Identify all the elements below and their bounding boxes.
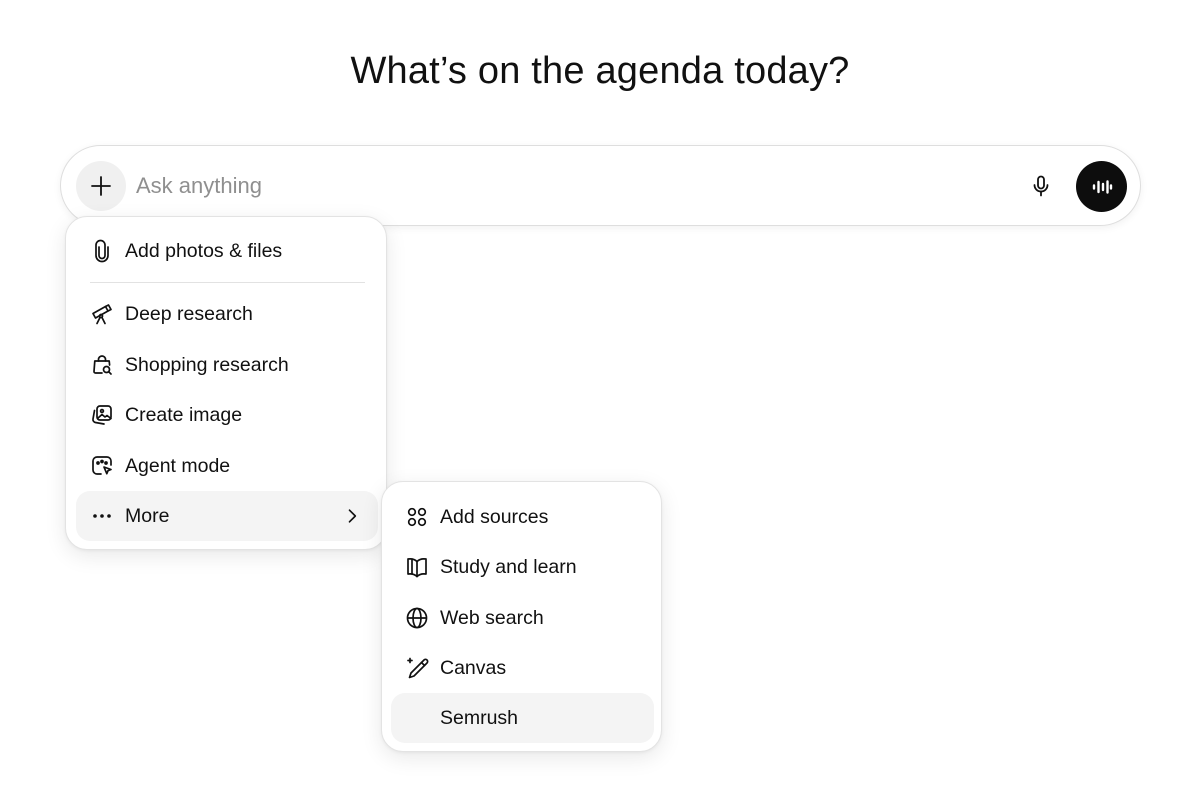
more-submenu: Add sources Study and learn Web search C… <box>381 481 662 752</box>
prompt-input[interactable] <box>136 166 996 206</box>
page: What’s on the agenda today? Ask anything… <box>0 0 1200 808</box>
submenu-item-label: Web search <box>440 606 544 629</box>
plus-icon <box>89 174 113 198</box>
pencil-sparkle-icon <box>404 655 430 681</box>
menu-item-create-image[interactable]: Create image <box>76 390 378 440</box>
menu-item-label: Shopping research <box>125 353 289 376</box>
menu-divider <box>90 282 365 283</box>
sources-icon <box>404 504 430 530</box>
image-icon <box>89 402 115 428</box>
menu-item-agent-mode[interactable]: Agent mode <box>76 441 378 491</box>
prompt-composer <box>60 145 1141 226</box>
submenu-item-label: Add sources <box>440 505 549 528</box>
ellipsis-icon <box>89 503 115 529</box>
globe-icon <box>404 605 430 631</box>
menu-item-label: Add photos & files <box>125 239 283 262</box>
submenu-item-semrush[interactable]: Semrush <box>391 693 654 743</box>
menu-item-label: More <box>125 504 170 527</box>
submenu-item-label: Semrush <box>440 706 519 729</box>
chevron-right-icon <box>340 504 364 528</box>
menu-item-label: Deep research <box>125 302 253 325</box>
submenu-item-study-and-learn[interactable]: Study and learn <box>391 542 654 592</box>
submenu-item-label: Study and learn <box>440 555 577 578</box>
dictate-button[interactable] <box>1021 166 1061 206</box>
paperclip-icon <box>89 238 115 264</box>
composer-tools-menu: Add photos & files Deep research Shoppin… <box>65 216 387 550</box>
submenu-item-add-sources[interactable]: Add sources <box>391 492 654 542</box>
voice-mode-button[interactable] <box>1076 161 1127 212</box>
shopping-bag-search-icon <box>89 352 115 378</box>
menu-item-add-photos-files[interactable]: Add photos & files <box>76 226 378 276</box>
menu-item-label: Agent mode <box>125 454 231 477</box>
menu-item-deep-research[interactable]: Deep research <box>76 289 378 339</box>
agent-cursor-icon <box>89 453 115 479</box>
open-book-icon <box>404 554 430 580</box>
voice-waveform-icon <box>1090 175 1114 199</box>
submenu-item-label: Canvas <box>440 656 507 679</box>
semrush-icon <box>404 705 430 731</box>
add-attachment-button[interactable] <box>76 161 126 211</box>
menu-item-label: Create image <box>125 403 243 426</box>
submenu-item-web-search[interactable]: Web search <box>391 593 654 643</box>
microphone-icon <box>1029 174 1053 198</box>
submenu-item-canvas[interactable]: Canvas <box>391 643 654 693</box>
menu-item-more[interactable]: More <box>76 491 378 541</box>
page-heading: What’s on the agenda today? <box>350 50 850 92</box>
menu-item-shopping-research[interactable]: Shopping research <box>76 340 378 390</box>
telescope-icon <box>89 301 115 327</box>
